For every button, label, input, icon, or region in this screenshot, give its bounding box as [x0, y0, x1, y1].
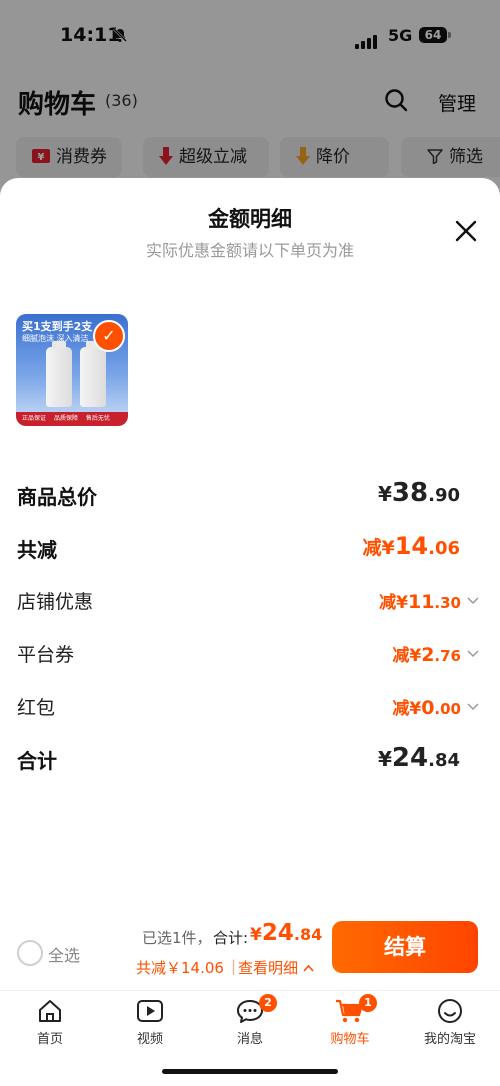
chevron-up-icon — [303, 964, 314, 972]
row-platform-label: 平台券 — [17, 644, 75, 666]
checkout-button[interactable]: 结算 — [332, 921, 478, 973]
product-tube — [80, 341, 106, 407]
video-icon — [100, 996, 200, 1026]
cart-icon — [300, 996, 400, 1026]
tab-cart[interactable]: 购物车 — [300, 996, 400, 1047]
row-total-value: ¥38.90 — [378, 478, 460, 508]
row-platform-value[interactable]: 减¥2.76 — [392, 641, 461, 666]
sheet-subtitle: 实际优惠金额请以下单页为准 — [145, 241, 354, 260]
chevron-down-icon[interactable] — [467, 594, 479, 608]
row-redpacket-label: 红包 — [17, 697, 56, 719]
row-store-label: 店铺优惠 — [17, 591, 94, 613]
checkmark-icon[interactable]: ✓ — [93, 320, 125, 352]
total-label: 合计: — [213, 929, 249, 947]
row-redpacket-value[interactable]: 减¥0.00 — [392, 694, 461, 719]
cart-badge: 1 — [359, 994, 377, 1012]
tab-home[interactable]: 首页 — [0, 996, 100, 1047]
message-badge: 2 — [259, 994, 277, 1012]
tab-profile[interactable]: 我的淘宝 — [400, 996, 500, 1047]
select-all-label[interactable]: 全选 — [48, 942, 80, 966]
row-sum-label: 合计 — [17, 749, 57, 773]
total-value: ¥24.84 — [250, 920, 323, 946]
home-icon — [0, 996, 100, 1026]
row-total-label: 商品总价 — [17, 485, 97, 509]
row-reduce-label: 共减 — [17, 538, 57, 562]
product-badges: 正品保证 品质保障 售后无忧 — [16, 412, 128, 426]
tab-video[interactable]: 视频 — [100, 996, 200, 1047]
chevron-down-icon[interactable] — [467, 647, 479, 661]
divider: | — [231, 957, 237, 975]
row-store-value[interactable]: 减¥11.30 — [379, 588, 461, 613]
message-icon — [200, 996, 300, 1026]
row-sum-value: ¥24.84 — [378, 743, 460, 773]
reduce-summary: 共减￥14.06 — [136, 959, 224, 977]
profile-icon — [400, 996, 500, 1026]
product-promo-line1: 买1支到手2支 — [22, 320, 93, 333]
select-all-radio[interactable] — [17, 940, 43, 966]
sheet-title: 金额明细 — [208, 207, 292, 231]
close-icon[interactable] — [454, 219, 478, 243]
chevron-down-icon[interactable] — [467, 700, 479, 714]
product-tube — [46, 341, 72, 407]
tab-messages[interactable]: 消息 — [200, 996, 300, 1047]
row-reduce-value: 减¥14.06 — [362, 532, 460, 560]
view-detail-link[interactable]: 查看明细 — [238, 957, 314, 978]
home-indicator — [162, 1069, 338, 1074]
selected-count: 已选1件， — [142, 929, 212, 947]
